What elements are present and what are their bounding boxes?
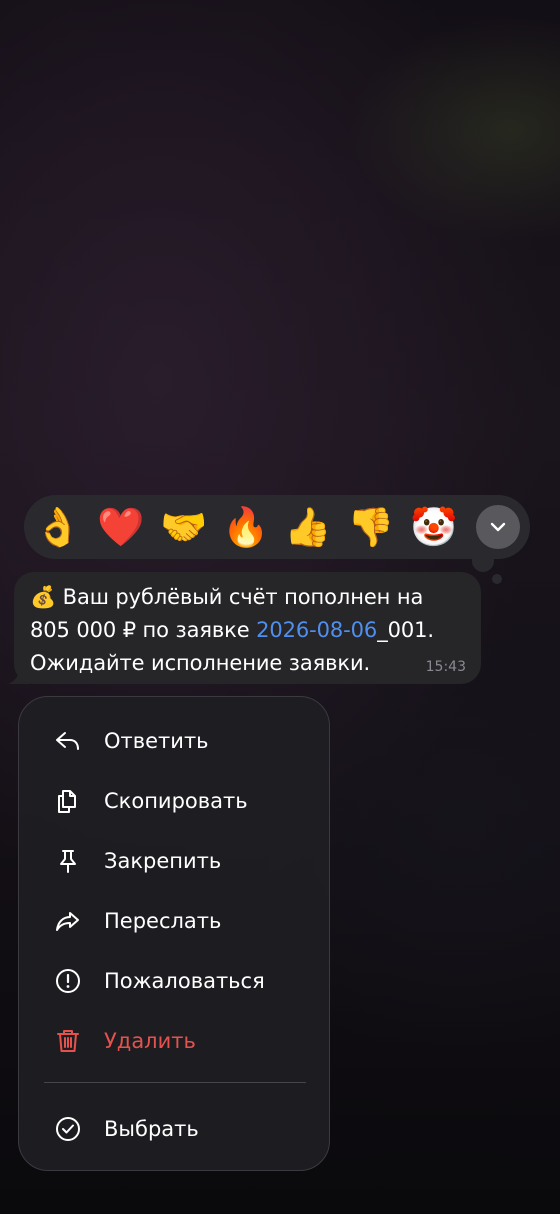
menu-item-forward[interactable]: Переслать xyxy=(19,895,329,947)
menu-item-select[interactable]: Выбрать xyxy=(19,1103,329,1155)
ok-hand-icon: 👌 xyxy=(34,505,82,549)
more-reactions-button[interactable] xyxy=(476,505,520,549)
clown-icon: 🤡 xyxy=(410,505,458,549)
message-line-1: Ваш рублёвый счёт пополнен на xyxy=(56,585,424,609)
reply-icon xyxy=(54,727,82,755)
menu-divider xyxy=(44,1082,306,1083)
reaction-ok-hand[interactable]: 👌 xyxy=(33,502,83,552)
menu-item-delete[interactable]: Удалить xyxy=(19,1015,329,1067)
money-bag-icon: 💰 xyxy=(30,585,57,609)
menu-item-pin[interactable]: Закрепить xyxy=(19,835,329,887)
chevron-down-icon xyxy=(490,522,506,532)
menu-label-select: Выбрать xyxy=(104,1117,199,1141)
thumbs-up-icon: 👍 xyxy=(284,505,332,549)
reaction-heart[interactable]: ❤️ xyxy=(96,502,146,552)
copy-icon xyxy=(54,787,82,815)
message-line-3: Ожидайте исполнение заявки. xyxy=(30,651,371,675)
pin-icon xyxy=(54,847,82,875)
heart-icon: ❤️ xyxy=(97,505,145,549)
menu-item-copy[interactable]: Скопировать xyxy=(19,775,329,827)
reaction-bar: 👌 ❤️ 🤝 🔥 👍 👎 🤡 xyxy=(24,495,530,559)
menu-label-delete: Удалить xyxy=(104,1029,196,1053)
menu-label-copy: Скопировать xyxy=(104,789,248,813)
message-line-2-suffix: _001. xyxy=(377,618,434,642)
menu-item-reply[interactable]: Ответить xyxy=(19,715,329,767)
reaction-thumbs-down[interactable]: 👎 xyxy=(346,502,396,552)
reaction-clown[interactable]: 🤡 xyxy=(409,502,459,552)
menu-label-reply: Ответить xyxy=(104,729,209,753)
reaction-thumbs-up[interactable]: 👍 xyxy=(283,502,333,552)
reaction-handshake[interactable]: 🤝 xyxy=(159,502,209,552)
handshake-icon: 🤝 xyxy=(160,505,208,549)
message-bubble[interactable]: 💰 Ваш рублёвый счёт пополнен на 805 000 … xyxy=(14,572,481,684)
menu-label-report: Пожаловаться xyxy=(104,969,265,993)
reaction-fire[interactable]: 🔥 xyxy=(221,502,271,552)
message-link[interactable]: 2026-08-06 xyxy=(256,618,377,642)
reaction-bar-tail xyxy=(472,550,494,572)
trash-icon xyxy=(54,1027,82,1055)
forward-icon xyxy=(54,907,82,935)
menu-label-forward: Переслать xyxy=(104,909,222,933)
menu-item-report[interactable]: Пожаловаться xyxy=(19,955,329,1007)
message-text: 💰 Ваш рублёвый счёт пополнен на 805 000 … xyxy=(30,581,465,680)
thumbs-down-icon: 👎 xyxy=(347,505,395,549)
context-menu: Ответить Скопировать Закрепить Переслать xyxy=(18,696,330,1171)
reaction-bar-tail-dot xyxy=(492,574,502,584)
select-check-icon xyxy=(54,1115,82,1143)
menu-label-pin: Закрепить xyxy=(104,849,222,873)
report-icon xyxy=(54,967,82,995)
fire-icon: 🔥 xyxy=(222,505,270,549)
message-line-2: 805 000 ₽ по заявке xyxy=(30,618,257,642)
message-time: 15:43 xyxy=(425,659,466,675)
